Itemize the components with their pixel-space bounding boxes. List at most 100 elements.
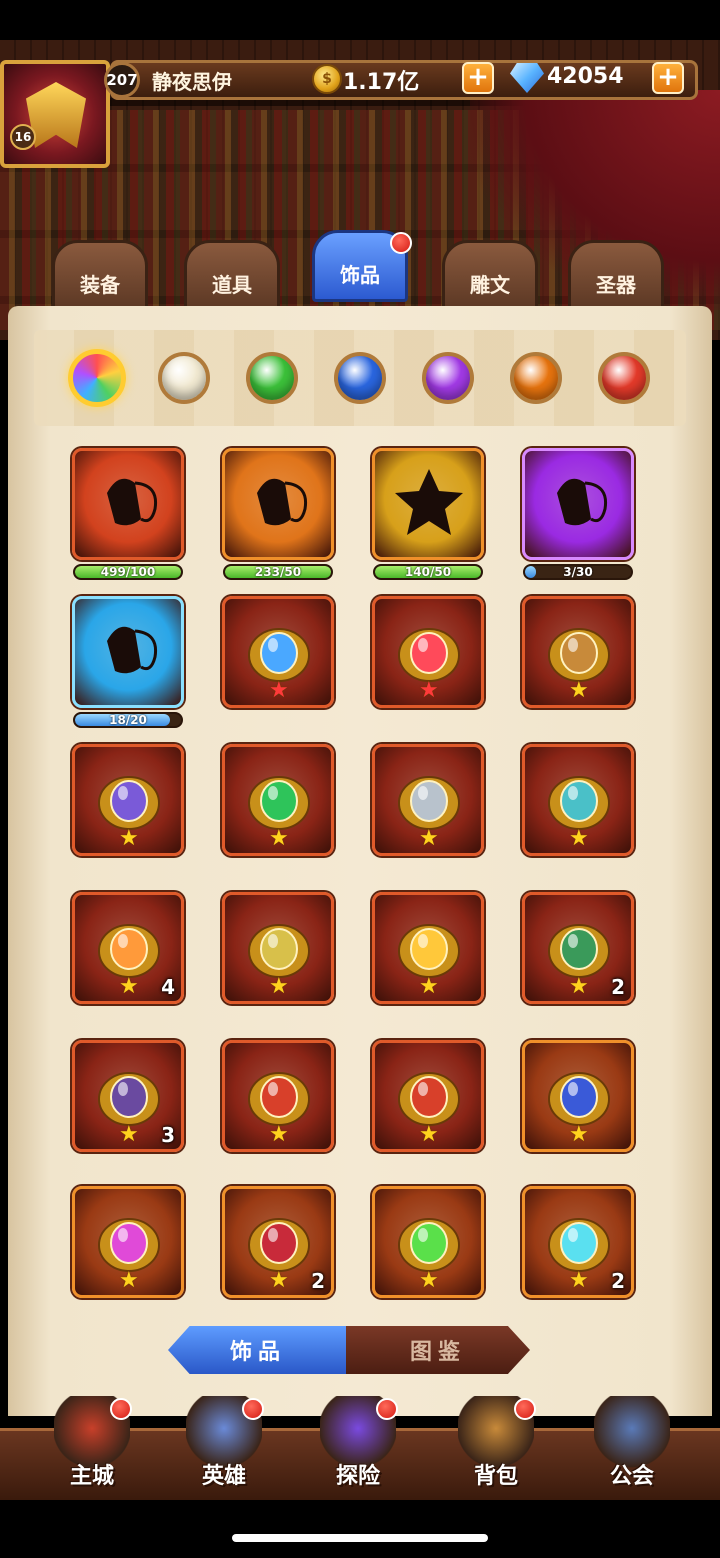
blue-shard-icon: [107, 626, 158, 674]
rarity-star-icon: ★: [419, 1122, 439, 1147]
rarity-star-icon: ★: [569, 1122, 589, 1147]
rarity-star-icon: ★: [419, 678, 439, 703]
progress-label: 3/30: [563, 565, 593, 579]
inventory-item[interactable]: ★ 2: [222, 1186, 334, 1298]
item-count: 4: [161, 975, 175, 999]
inventory-item[interactable]: [522, 448, 634, 560]
inventory-item[interactable]: ★ 4: [72, 892, 184, 1004]
tab-items[interactable]: 道具: [184, 240, 280, 312]
rarity-star-icon: ★: [269, 974, 289, 999]
filter-orange-orb[interactable]: [510, 352, 562, 404]
player-level: 207: [104, 62, 140, 98]
rarity-star-icon: ★: [269, 1122, 289, 1147]
inventory-item[interactable]: [372, 448, 484, 560]
inventory-item[interactable]: ★: [372, 1186, 484, 1298]
progress-label: 233/50: [254, 565, 302, 579]
item-count: 2: [611, 1269, 625, 1293]
subtab-codex[interactable]: 图鉴: [346, 1326, 530, 1374]
inventory-item[interactable]: ★ 2: [522, 892, 634, 1004]
inventory-item[interactable]: ★: [72, 1186, 184, 1298]
rarity-star-icon: ★: [269, 678, 289, 703]
inventory-item[interactable]: ★: [222, 1040, 334, 1152]
inventory-item[interactable]: ★ 2: [522, 1186, 634, 1298]
inventory-item[interactable]: ★: [372, 596, 484, 708]
rarity-star-icon: ★: [569, 678, 589, 703]
rarity-star-icon: ★: [119, 1122, 139, 1147]
inventory-item[interactable]: ★: [522, 744, 634, 856]
inventory-item[interactable]: ★: [222, 596, 334, 708]
progress-label: 140/50: [404, 565, 452, 579]
inventory-item[interactable]: ★: [522, 1040, 634, 1152]
inventory-item[interactable]: ★: [372, 744, 484, 856]
home-indicator: [232, 1534, 488, 1542]
nav-label: 探险: [335, 1464, 380, 1489]
rarity-star-icon: ★: [419, 1268, 439, 1293]
filter-purple-orb[interactable]: [422, 352, 474, 404]
inventory-item[interactable]: ★: [372, 892, 484, 1004]
rarity-star-icon: ★: [569, 1268, 589, 1293]
rarity-star-icon: ★: [269, 826, 289, 851]
notification-badge: [514, 1398, 536, 1420]
rarity-star-icon: ★: [119, 1268, 139, 1293]
nav-hero[interactable]: 英雄: [164, 1392, 284, 1496]
inventory-item[interactable]: ★: [522, 596, 634, 708]
inventory-item[interactable]: ★: [72, 744, 184, 856]
notification-badge: [376, 1398, 398, 1420]
nav-castle[interactable]: 主城: [32, 1392, 152, 1496]
nav-portal[interactable]: 探险: [298, 1392, 418, 1496]
add-gems-button[interactable]: +: [652, 62, 684, 94]
tab-equipment[interactable]: 装备: [52, 240, 148, 312]
shard-progress-bar: 140/50: [373, 564, 483, 580]
tab-glyphs[interactable]: 雕文: [442, 240, 538, 312]
nav-label: 主城: [69, 1464, 114, 1489]
item-count: 2: [611, 975, 625, 999]
inventory-item[interactable]: ★: [222, 744, 334, 856]
filter-green-orb[interactable]: [246, 352, 298, 404]
gold-amount: 1.17亿: [343, 70, 420, 95]
inventory-item[interactable]: ★ 3: [72, 1040, 184, 1152]
shard-progress-bar: 18/20: [73, 712, 183, 728]
rarity-star-icon: ★: [569, 974, 589, 999]
filter-red-orb[interactable]: [598, 352, 650, 404]
player-avatar[interactable]: 16: [0, 60, 110, 168]
filter-white-orb[interactable]: [158, 352, 210, 404]
inventory-item[interactable]: [72, 596, 184, 708]
item-count: 3: [161, 1123, 175, 1147]
add-gold-button[interactable]: +: [462, 62, 494, 94]
inventory-item[interactable]: ★: [372, 1040, 484, 1152]
rarity-star-icon: ★: [419, 826, 439, 851]
tab-accessories-notification-badge: [390, 232, 412, 254]
shard-progress-bar: 233/50: [223, 564, 333, 580]
inventory-item[interactable]: [222, 448, 334, 560]
gold-star-shard-icon: [395, 469, 463, 535]
shard-progress-bar: 499/100: [73, 564, 183, 580]
tab-artifacts[interactable]: 圣器: [568, 240, 664, 312]
nav-label: 背包: [473, 1464, 518, 1489]
nav-label: 英雄: [201, 1464, 246, 1489]
rarity-star-icon: ★: [119, 826, 139, 851]
notification-badge: [242, 1398, 264, 1420]
player-name: 静夜思伊: [152, 70, 232, 94]
orange-shard-icon: [107, 478, 158, 526]
rarity-star-icon: ★: [269, 1268, 289, 1293]
filter-all-orb[interactable]: [68, 349, 126, 407]
rarity-star-icon: ★: [569, 826, 589, 851]
inventory-item[interactable]: [72, 448, 184, 560]
shard-progress-bar: 3/30: [523, 564, 633, 580]
rarity-star-icon: ★: [419, 974, 439, 999]
nav-guild[interactable]: 公会: [572, 1392, 692, 1496]
subtab-accessories[interactable]: 饰品: [168, 1326, 348, 1374]
avatar-level-badge: 16: [10, 124, 36, 150]
purple-shard-icon: [557, 478, 608, 526]
inventory-item[interactable]: ★: [222, 892, 334, 1004]
nav-backpack[interactable]: 背包: [436, 1392, 556, 1496]
rarity-star-icon: ★: [119, 974, 139, 999]
orange-shard-icon: [257, 478, 308, 526]
item-count: 2: [311, 1269, 325, 1293]
progress-label: 18/20: [109, 713, 147, 727]
filter-blue-orb[interactable]: [334, 352, 386, 404]
notification-badge: [110, 1398, 132, 1420]
progress-label: 499/100: [100, 565, 156, 579]
nav-label: 公会: [609, 1464, 654, 1489]
gold-coin-icon: $: [312, 64, 342, 94]
